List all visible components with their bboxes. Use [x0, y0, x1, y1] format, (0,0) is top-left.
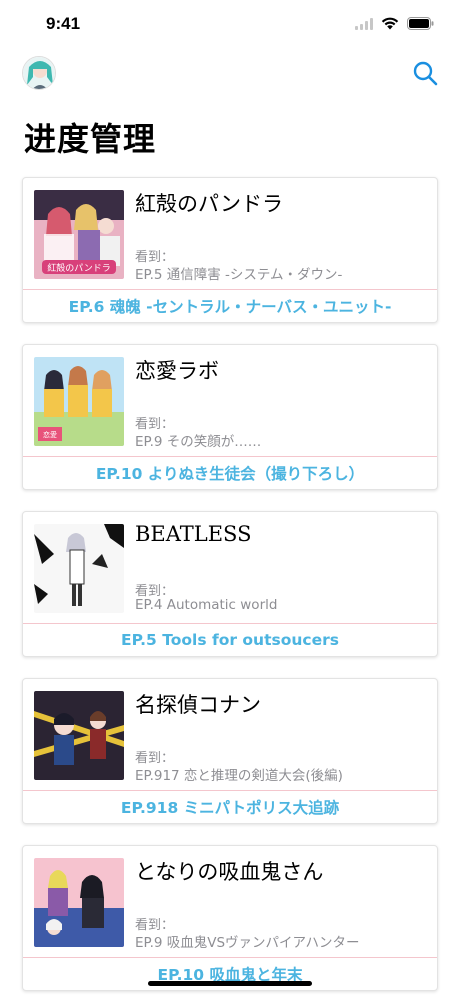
nav-bar: [0, 52, 460, 96]
progress-list: 紅殻のパンドラ 紅殻のパンドラ 看到： EP.5 通信障害 -システム・ダウン-…: [22, 177, 438, 996]
anime-cover-image: 紅殻のパンドラ: [34, 190, 124, 279]
anime-cover-image: [34, 524, 124, 613]
anime-card[interactable]: 紅殻のパンドラ 紅殻のパンドラ 看到： EP.5 通信障害 -システム・ダウン-…: [22, 177, 438, 323]
anime-card[interactable]: 名探偵コナン 看到： EP.917 恋と推理の剣道大会(後編) EP.918 ミ…: [22, 678, 438, 824]
card-content: BEATLESS 看到： EP.4 Automatic world: [23, 512, 437, 623]
wifi-icon: [381, 17, 399, 30]
watched-episode: EP.9 吸血鬼VSヴァンパイアハンター: [135, 935, 360, 951]
watched-episode: EP.4 Automatic world: [135, 597, 278, 613]
anime-cover-image: [34, 691, 124, 780]
next-episode-button[interactable]: EP.5 Tools for outsoucers: [23, 623, 437, 657]
svg-text:恋愛: 恋愛: [43, 430, 57, 439]
status-icons: [355, 17, 434, 30]
cellular-signal-icon: [355, 17, 373, 30]
home-indicator: [148, 981, 312, 986]
next-episode-button[interactable]: EP.918 ミニパトポリス大追跡: [23, 790, 437, 824]
anime-title: 恋愛ラボ: [135, 359, 219, 383]
status-time: 9:41: [46, 14, 81, 33]
anime-title: BEATLESS: [135, 522, 252, 546]
anime-title: 紅殻のパンドラ: [135, 192, 284, 216]
battery-icon: [407, 17, 434, 30]
watched-episode: EP.5 通信障害 -システム・ダウン-: [135, 267, 343, 283]
anime-card[interactable]: BEATLESS 看到： EP.4 Automatic world EP.5 T…: [22, 511, 438, 657]
next-episode-button[interactable]: EP.6 魂魄 -セントラル・ナーバス・ユニット-: [23, 289, 437, 323]
anime-card[interactable]: となりの吸血鬼さん 看到： EP.9 吸血鬼VSヴァンパイアハンター EP.10…: [22, 845, 438, 991]
next-episode-button[interactable]: EP.10 よりぬき生徒会（撮り下ろし）: [23, 456, 437, 490]
card-content: 恋愛 恋愛ラボ 看到： EP.9 その笑顔が……: [23, 345, 437, 456]
status-bar: 9:41: [0, 0, 460, 50]
anime-cover-image: 恋愛: [34, 357, 124, 446]
page-title: 进度管理: [24, 120, 157, 158]
search-icon: [413, 61, 438, 86]
card-content: 名探偵コナン 看到： EP.917 恋と推理の剣道大会(後編): [23, 679, 437, 790]
anime-title: となりの吸血鬼さん: [135, 860, 324, 884]
card-content: となりの吸血鬼さん 看到： EP.9 吸血鬼VSヴァンパイアハンター: [23, 846, 437, 957]
anime-title: 名探偵コナン: [135, 693, 261, 717]
anime-card[interactable]: 恋愛 恋愛ラボ 看到： EP.9 その笑顔が…… EP.10 よりぬき生徒会（撮…: [22, 344, 438, 490]
search-button[interactable]: [412, 60, 438, 86]
anime-cover-image: [34, 858, 124, 947]
watched-episode: EP.9 その笑顔が……: [135, 434, 262, 450]
svg-text:紅殻のパンドラ: 紅殻のパンドラ: [47, 262, 110, 274]
watched-episode: EP.917 恋と推理の剣道大会(後編): [135, 768, 343, 784]
card-content: 紅殻のパンドラ 紅殻のパンドラ 看到： EP.5 通信障害 -システム・ダウン-: [23, 178, 437, 289]
avatar[interactable]: [22, 56, 56, 90]
